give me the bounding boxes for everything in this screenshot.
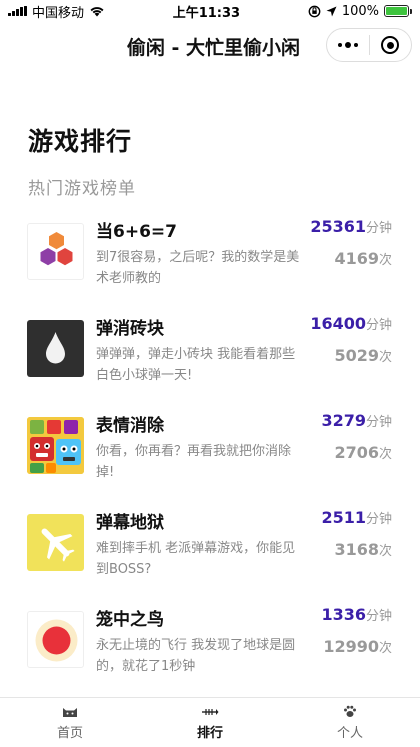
game-item[interactable]: 笼中之鸟 永无止境的飞行 我发现了地球是圆的，就花了1秒钟 1336分钟 129… bbox=[0, 601, 420, 698]
more-dots-icon bbox=[337, 42, 358, 48]
game-name: 弹幕地狱 bbox=[96, 513, 164, 533]
minutes-value: 2511 bbox=[321, 508, 366, 527]
signal-icon bbox=[8, 6, 27, 16]
cat-icon bbox=[60, 705, 80, 719]
game-description: 你看，你再看？再看我就把你消除掉! bbox=[96, 444, 292, 480]
tab-ranking[interactable]: 排行 bbox=[140, 698, 280, 747]
minutes-value: 25361 bbox=[310, 217, 366, 236]
page-title: 游戏排行 bbox=[28, 127, 133, 156]
game-minutes: 16400分钟 bbox=[310, 314, 392, 333]
game-description: 永无止境的飞行 我发现了地球是圆的，就花了1秒钟 bbox=[96, 638, 296, 674]
game-description: 到7很容易，之后呢？我的数学是美术老师教的 bbox=[96, 250, 300, 286]
game-name: 笼中之鸟 bbox=[96, 610, 164, 630]
tab-label: 首页 bbox=[56, 725, 83, 741]
status-bar: 中国移动 上午11:33 100% bbox=[0, 0, 420, 22]
red-circle-icon bbox=[27, 611, 84, 668]
plays-value: 2706 bbox=[334, 443, 379, 462]
emoji-tiles-icon bbox=[27, 417, 84, 474]
navigation-bar: 偷闲 - 大忙里偷小闲 bbox=[0, 22, 420, 68]
tab-home[interactable]: 首页 bbox=[0, 698, 140, 747]
game-name: 当6+6=7 bbox=[96, 222, 177, 242]
game-description: 弹弹弹，弹走小砖块 我能看着那些白色小球弹一天! bbox=[96, 347, 296, 383]
hexagon-blocks-icon bbox=[27, 223, 84, 280]
status-right: 100% bbox=[308, 4, 412, 19]
battery-percent: 100% bbox=[341, 3, 379, 19]
tab-label: 个人 bbox=[336, 725, 363, 741]
tab-label: 排行 bbox=[196, 725, 223, 741]
game-name: 表情消除 bbox=[96, 416, 164, 436]
game-minutes: 1336分钟 bbox=[321, 605, 392, 624]
nav-title: 偷闲 - 大忙里偷小闲 bbox=[126, 37, 300, 59]
minutes-value: 16400 bbox=[310, 314, 366, 333]
game-minutes: 3279分钟 bbox=[321, 411, 392, 430]
game-description: 难到摔手机 老派弹幕游戏，你能见到BOSS? bbox=[96, 541, 296, 577]
page-subtitle: 热门游戏榜单 bbox=[28, 179, 136, 199]
minutes-unit: 分钟 bbox=[365, 221, 392, 236]
white-drop-icon bbox=[27, 320, 84, 377]
game-plays: 4169次 bbox=[334, 249, 392, 268]
game-item[interactable]: 弹消砖块 弹弹弹，弹走小砖块 我能看着那些白色小球弹一天! 16400分钟 50… bbox=[0, 310, 420, 407]
plays-value: 3168 bbox=[334, 540, 379, 559]
game-plays: 3168次 bbox=[334, 540, 392, 559]
fish-bone-icon bbox=[200, 705, 220, 719]
carrier-label: 中国移动 bbox=[32, 5, 85, 21]
minutes-unit: 分钟 bbox=[365, 318, 392, 333]
game-minutes: 25361分钟 bbox=[310, 217, 392, 236]
status-time: 上午11:33 bbox=[172, 5, 241, 21]
close-target-icon bbox=[381, 36, 400, 54]
close-mini-program-button[interactable] bbox=[370, 29, 412, 61]
plays-unit: 次 bbox=[378, 253, 392, 268]
battery-icon bbox=[383, 5, 412, 17]
bottom-tab-bar: 首页 排行 个人 bbox=[0, 697, 420, 747]
tab-profile[interactable]: 个人 bbox=[280, 698, 420, 747]
plays-unit: 次 bbox=[378, 350, 392, 365]
page-header: 游戏排行 热门游戏榜单 bbox=[0, 68, 420, 199]
mini-program-capsule bbox=[326, 28, 412, 62]
location-arrow-icon bbox=[326, 6, 337, 16]
game-ranking-list: 当6+6=7 到7很容易，之后呢？我的数学是美术老师教的 25361分钟 416… bbox=[0, 213, 420, 698]
game-item[interactable]: 当6+6=7 到7很容易，之后呢？我的数学是美术老师教的 25361分钟 416… bbox=[0, 213, 420, 310]
game-item[interactable]: 弹幕地狱 难到摔手机 老派弹幕游戏，你能见到BOSS? 2511分钟 3168次 bbox=[0, 504, 420, 601]
game-plays: 2706次 bbox=[334, 443, 392, 462]
game-name: 弹消砖块 bbox=[96, 319, 164, 339]
minutes-unit: 分钟 bbox=[365, 415, 392, 430]
rotation-lock-icon bbox=[308, 5, 321, 17]
minutes-unit: 分钟 bbox=[365, 609, 392, 624]
wifi-icon bbox=[90, 7, 104, 17]
minutes-value: 3279 bbox=[321, 411, 366, 430]
plays-unit: 次 bbox=[378, 544, 392, 559]
plays-value: 4169 bbox=[334, 249, 379, 268]
paw-icon bbox=[340, 705, 360, 719]
game-plays: 5029次 bbox=[334, 346, 392, 365]
airplane-icon bbox=[27, 514, 84, 571]
minutes-value: 1336 bbox=[321, 605, 366, 624]
plays-value: 5029 bbox=[334, 346, 379, 365]
game-item[interactable]: 表情消除 你看，你再看？再看我就把你消除掉! 3279分钟 2706次 bbox=[0, 407, 420, 504]
plays-unit: 次 bbox=[378, 641, 392, 656]
plays-unit: 次 bbox=[378, 447, 392, 462]
game-plays: 12990次 bbox=[323, 637, 392, 656]
status-left: 中国移动 bbox=[8, 2, 105, 21]
game-minutes: 2511分钟 bbox=[321, 508, 392, 527]
plays-value: 12990 bbox=[323, 637, 379, 656]
minutes-unit: 分钟 bbox=[365, 512, 392, 527]
more-menu-button[interactable] bbox=[327, 29, 369, 61]
